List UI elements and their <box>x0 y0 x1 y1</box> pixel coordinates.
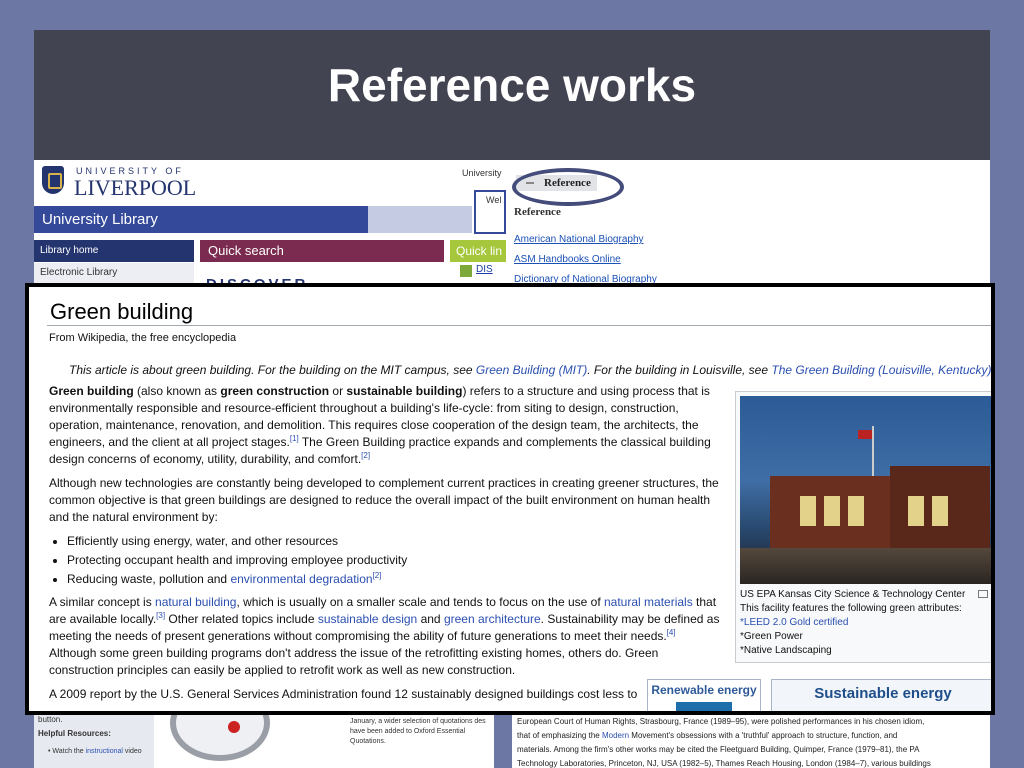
citation-link[interactable]: [3] <box>156 611 165 620</box>
text: , which is usually on a smaller scale an… <box>236 595 604 609</box>
link-modern[interactable]: Modern <box>602 731 629 740</box>
link-environmental-degradation[interactable]: environmental degradation <box>230 572 372 586</box>
citation-link[interactable]: [2] <box>373 571 382 580</box>
link-leed-gold[interactable]: *LEED 2.0 Gold certified <box>740 616 991 630</box>
list-item: Reducing waste, pollution and environmen… <box>67 571 725 588</box>
dis-link[interactable]: DIS <box>460 264 493 277</box>
library-page-bottom: button. Helpful Resources: • Watch the i… <box>34 715 494 768</box>
entry-line: Technology Laboratories, Princeton, NJ, … <box>517 759 931 768</box>
citation-link[interactable]: [2] <box>361 451 370 460</box>
liverpool-library-screenshot: UNIVERSITY OF LIVERPOOL University Unive… <box>34 160 506 290</box>
watch-video-item: • Watch the instructional video <box>48 748 142 755</box>
enlarge-icon[interactable] <box>978 590 988 598</box>
text: Although some green building programs do… <box>49 646 659 677</box>
menu-electronic-library[interactable]: Electronic Library <box>34 263 194 283</box>
text: A similar concept is <box>49 595 156 609</box>
text: or <box>329 384 347 398</box>
text: Reducing waste, pollution and <box>67 572 231 586</box>
reference-link[interactable]: American National Biography <box>514 234 644 245</box>
entry-line: that of emphasizing the Modern Movement'… <box>517 729 987 743</box>
paragraph-objective: Although new technologies are constantly… <box>49 476 719 524</box>
paragraph-intro: Green building (also known as green cons… <box>49 383 725 468</box>
caption-line: *Green Power <box>740 631 803 642</box>
bold-term: Green building <box>49 384 134 398</box>
navbox-label: Renewable energy <box>651 683 757 697</box>
infobox: US EPA Kansas City Science & Technology … <box>735 391 991 663</box>
title-divider <box>47 325 991 326</box>
caption-line: This facility features the following gre… <box>740 603 962 614</box>
menu-library-home[interactable]: Library home <box>34 240 194 262</box>
link-natural-building[interactable]: natural building <box>155 595 236 609</box>
welcome-box: Wel <box>474 190 506 234</box>
text: Movement's obsessions with a 'truthful' … <box>629 731 898 740</box>
reference-entry-bottom: European Court of Human Rights, Strasbou… <box>512 715 990 768</box>
paragraph-similar-concept: A similar concept is natural building, w… <box>49 594 725 679</box>
building-photo[interactable] <box>740 396 991 584</box>
instructional-video-link[interactable]: instructional <box>86 748 123 755</box>
highlight-circle <box>512 168 624 206</box>
lit-window <box>908 496 924 526</box>
list-item: Protecting occupant health and improving… <box>67 552 725 569</box>
sidebar-text: button. <box>38 715 63 724</box>
article-title: Green building <box>50 299 194 324</box>
library-title-bar: University Library <box>34 206 368 233</box>
reference-link[interactable]: ASM Handbooks Online <box>514 254 621 265</box>
link-green-architecture[interactable]: green architecture <box>444 612 541 626</box>
reference-heading: Reference <box>514 206 561 218</box>
text: video <box>122 748 142 755</box>
hatnote: This article is about green building. Fo… <box>69 363 995 377</box>
renewable-energy-navbox[interactable]: Renewable energy <box>647 679 761 711</box>
hatnote-text: This article is about green building. Fo… <box>69 363 476 377</box>
library-title-bar-extension <box>368 206 472 233</box>
hatnote-text: . For the building in Louisville, see <box>587 363 772 377</box>
entry-line: materials. Among the firm's other works … <box>517 745 920 754</box>
entry-line: European Court of Human Rights, Strasbou… <box>517 717 925 726</box>
ground <box>740 548 991 584</box>
link-green-building-mit[interactable]: Green Building (MIT) <box>476 363 587 377</box>
bold-term: green construction <box>220 384 330 398</box>
flag-icon <box>858 430 872 439</box>
slide-title: Reference works <box>327 59 697 111</box>
helpful-resources-heading: Helpful Resources: <box>38 729 111 738</box>
article-body: Green building (also known as green cons… <box>49 383 725 710</box>
lit-window <box>824 496 840 526</box>
caption-line: *Native Landscaping <box>740 645 832 656</box>
infobox-caption: US EPA Kansas City Science & Technology … <box>740 588 991 658</box>
caption-line: US EPA Kansas City Science & Technology … <box>740 588 991 602</box>
text: Watch the <box>52 748 86 755</box>
reference-list-screenshot: Reference Reference American National Bi… <box>506 160 990 290</box>
lit-window <box>848 496 864 526</box>
university-name: LIVERPOOL <box>74 175 197 200</box>
renewable-energy-image <box>676 702 732 711</box>
paragraph-report: A 2009 report by the U.S. General Servic… <box>49 687 638 701</box>
corner-text: University <box>462 168 502 178</box>
link-sustainable-design[interactable]: sustainable design <box>318 612 417 626</box>
bold-term: sustainable building <box>346 384 463 398</box>
link-green-building-louisville[interactable]: The Green Building (Louisville, Kentucky… <box>771 363 991 377</box>
red-dial-marker <box>228 721 240 733</box>
hatnote-text: . <box>991 363 995 377</box>
text: Other related topics include <box>165 612 318 626</box>
entry-text: European Court of Human Rights, Strasbou… <box>517 715 987 768</box>
bullet-list: Efficiently using energy, water, and oth… <box>49 533 725 588</box>
lit-window <box>800 496 816 526</box>
compass-dial-image <box>170 715 270 761</box>
quick-links-header: Quick lin <box>450 240 506 262</box>
text: that of emphasizing the <box>517 731 602 740</box>
sustainable-energy-navbox[interactable]: Sustainable energy <box>771 679 991 711</box>
quotations-text: January, a wider selection of quotations… <box>350 718 486 745</box>
article-subtitle: From Wikipedia, the free encyclopedia <box>49 332 237 344</box>
citation-link[interactable]: [1] <box>290 434 299 443</box>
link-natural-materials[interactable]: natural materials <box>604 595 693 609</box>
university-crest-icon <box>42 166 64 194</box>
lit-window <box>932 496 948 526</box>
caption-title: US EPA Kansas City Science & Technology … <box>740 589 966 600</box>
quick-search-header: Quick search <box>200 240 444 262</box>
citation-link[interactable]: [4] <box>667 628 676 637</box>
text: and <box>417 612 444 626</box>
flag-pole <box>872 426 874 482</box>
text: (also known as <box>133 384 221 398</box>
list-item: Efficiently using energy, water, and oth… <box>67 533 725 550</box>
wikipedia-article-panel: Green building From Wikipedia, the free … <box>25 283 995 715</box>
